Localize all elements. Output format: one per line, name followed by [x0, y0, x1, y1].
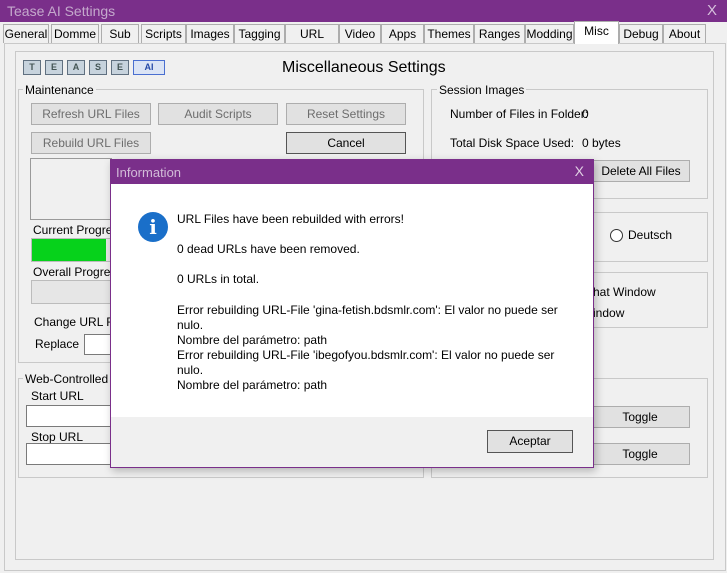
dialog-message-line: Nombre del parámetro: path [177, 333, 328, 347]
tab-general[interactable]: General [3, 24, 49, 43]
tab-domme[interactable]: Domme [51, 24, 99, 43]
dialog-footer: Aceptar [111, 417, 593, 467]
tab-apps[interactable]: Apps [381, 24, 424, 43]
dialog-message-line: 0 dead URLs have been removed. [177, 242, 360, 256]
session-images-label: Session Images [437, 83, 527, 97]
tab-debug[interactable]: Debug [619, 24, 663, 43]
overall-progress-bar [31, 280, 113, 304]
overall-progress-label: Overall Progress [33, 265, 123, 279]
tab-themes[interactable]: Themes [424, 24, 474, 43]
logo-letter: E [45, 60, 63, 75]
info-icon: i [138, 212, 168, 242]
title-bar: Tease AI Settings X [0, 0, 727, 22]
tab-strip: General Domme Sub Scripts Images Tagging… [3, 21, 725, 59]
close-icon[interactable]: X [707, 2, 717, 19]
deutsch-radio[interactable] [610, 229, 623, 242]
cancel-button[interactable]: Cancel [286, 132, 406, 154]
accept-button[interactable]: Aceptar [487, 430, 573, 453]
tab-tagging[interactable]: Tagging [234, 24, 285, 43]
information-dialog: Information X i URL Files have been rebu… [110, 159, 594, 468]
dialog-body: i URL Files have been rebuilded with err… [111, 184, 593, 417]
change-url-file-label: Change URL Fi [34, 315, 117, 329]
status-box [30, 158, 112, 220]
logo-letter: T [23, 60, 41, 75]
dialog-title: Information [116, 165, 182, 180]
tab-images[interactable]: Images [186, 24, 234, 43]
dialog-message-line: URL Files have been rebuilded with error… [177, 212, 404, 226]
tab-url-files[interactable]: URL Files [285, 24, 339, 59]
dialog-close-icon[interactable]: X [575, 163, 584, 179]
tab-video[interactable]: Video [339, 24, 381, 43]
deutsch-label: Deutsch [628, 228, 673, 242]
reset-settings-button[interactable]: Reset Settings [286, 103, 406, 125]
tab-scripts[interactable]: Scripts [141, 24, 186, 43]
maintenance-label: Maintenance [23, 83, 96, 97]
logo-letter: S [89, 60, 107, 75]
logo-letter: AI [133, 60, 165, 75]
dialog-message-line: Error rebuilding URL-File 'gina-fetish.b… [177, 303, 558, 332]
tease-ai-logo: T E A S E AI [23, 60, 165, 75]
disk-space-value: 0 bytes [582, 136, 621, 150]
start-url-input[interactable] [26, 405, 114, 427]
window-title: Tease AI Settings [7, 3, 116, 19]
toggle-button-2[interactable]: Toggle [590, 443, 690, 465]
replace-label: Replace [35, 337, 80, 351]
stop-url-label: Stop URL [31, 430, 84, 444]
tab-ranges[interactable]: Ranges [474, 24, 525, 43]
rebuild-url-files-button[interactable]: Rebuild URL Files [31, 132, 151, 154]
num-files-label: Number of Files in Folder: [450, 107, 589, 121]
stop-url-input[interactable] [26, 443, 114, 465]
dialog-title-bar: Information X [111, 160, 593, 184]
delete-all-files-button[interactable]: Delete All Files [592, 160, 690, 182]
dialog-message-line: 0 URLs in total. [177, 272, 260, 286]
current-progress-fill [32, 239, 106, 261]
tab-about[interactable]: About [663, 24, 706, 43]
dialog-message-line: Error rebuilding URL-File 'ibegofyou.bds… [177, 348, 555, 377]
tab-sub[interactable]: Sub [101, 24, 139, 43]
current-progress-bar [31, 238, 113, 262]
logo-letter: E [111, 60, 129, 75]
chat-window-label: hat Window [593, 285, 656, 299]
audit-scripts-button[interactable]: Audit Scripts [158, 103, 278, 125]
window-label: indow [593, 306, 625, 320]
num-files-value: 0 [582, 107, 589, 121]
tab-misc[interactable]: Misc [574, 21, 619, 44]
dialog-message-line: Nombre del parámetro: path [177, 378, 328, 392]
logo-letter: A [67, 60, 85, 75]
tab-modding[interactable]: Modding [525, 24, 574, 43]
disk-space-label: Total Disk Space Used: [450, 136, 575, 150]
toggle-button-1[interactable]: Toggle [590, 406, 690, 428]
start-url-label: Start URL [31, 389, 84, 403]
page-title: Miscellaneous Settings [282, 59, 446, 76]
refresh-url-files-button[interactable]: Refresh URL Files [31, 103, 151, 125]
